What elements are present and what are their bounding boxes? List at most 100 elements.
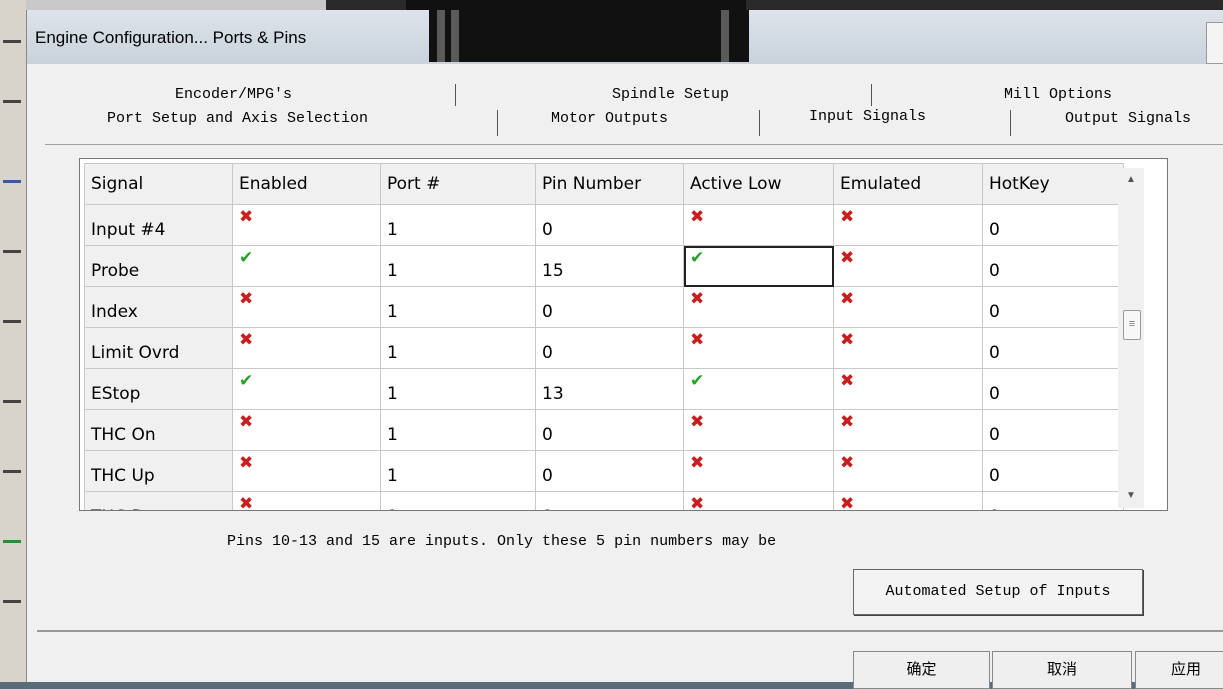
cell-enabled[interactable]: ✖ bbox=[232, 286, 381, 328]
input-signals-grid[interactable]: Signal Enabled Port # Pin Number Active … bbox=[79, 158, 1168, 511]
cancel-button[interactable]: 取消 bbox=[992, 651, 1132, 689]
info-text: Pins 10-13 and 15 are inputs. Only these… bbox=[227, 533, 777, 550]
cell-emulated[interactable]: ✖ bbox=[833, 204, 983, 246]
cell-active-low[interactable]: ✖ bbox=[683, 409, 834, 451]
signal-name: Limit Ovrd bbox=[91, 343, 180, 363]
col-header-enabled[interactable]: Enabled bbox=[232, 163, 381, 205]
cell-port[interactable]: 1 bbox=[380, 327, 536, 369]
cell-emulated[interactable]: ✖ bbox=[833, 286, 983, 328]
title-bar-control[interactable] bbox=[1206, 22, 1223, 64]
row-header-signal[interactable]: THC Down bbox=[84, 491, 233, 510]
tab-mill-options[interactable]: Mill Options bbox=[1004, 86, 1112, 103]
cell-enabled[interactable]: ✖ bbox=[232, 204, 381, 246]
cell-active-low[interactable]: ✖ bbox=[683, 491, 834, 511]
cell-enabled[interactable]: ✖ bbox=[232, 327, 381, 369]
red-x-icon: ✖ bbox=[239, 494, 254, 511]
cell-enabled[interactable]: ✖ bbox=[232, 450, 381, 492]
cell-hotkey[interactable]: 0 bbox=[982, 409, 1124, 451]
cell-active-low[interactable]: ✖ bbox=[683, 204, 834, 246]
cell-hotkey[interactable]: 0 bbox=[982, 450, 1124, 492]
row-header-signal[interactable]: Index bbox=[84, 286, 233, 328]
table-row[interactable]: Input #4 ✖ 1 0 ✖ ✖ 0 bbox=[84, 204, 1124, 246]
col-header-emulated[interactable]: Emulated bbox=[833, 163, 983, 205]
cell-emulated[interactable]: ✖ bbox=[833, 491, 983, 510]
cell-emulated[interactable]: ✖ bbox=[833, 245, 983, 287]
cell-emulated[interactable]: ✖ bbox=[833, 450, 983, 492]
cell-hotkey[interactable]: 0 bbox=[982, 245, 1124, 287]
cell-enabled[interactable]: ✔ bbox=[232, 368, 381, 410]
cell-active-low[interactable]: ✔ bbox=[683, 368, 834, 410]
tab-output-signals[interactable]: Output Signals bbox=[1065, 110, 1191, 127]
tab-motor-outputs[interactable]: Motor Outputs bbox=[551, 110, 668, 127]
table-row[interactable]: EStop ✔ 1 13 ✔ ✖ 0 bbox=[84, 368, 1124, 410]
red-x-icon: ✖ bbox=[690, 207, 705, 227]
col-header-hotkey[interactable]: HotKey bbox=[982, 163, 1124, 205]
cell-port[interactable]: 1 bbox=[380, 204, 536, 246]
cell-hotkey[interactable]: 0 bbox=[982, 368, 1124, 410]
cell-port[interactable]: 1 bbox=[380, 409, 536, 451]
tab-encoder-mpg[interactable]: Encoder/MPG's bbox=[175, 86, 292, 103]
tab-input-signals[interactable]: Input Signals bbox=[809, 108, 926, 125]
table-row[interactable]: Probe ✔ 1 15 ✔ ✖ 0 bbox=[84, 245, 1124, 287]
cell-port[interactable]: 1 bbox=[380, 491, 536, 510]
scroll-thumb[interactable]: ≡ bbox=[1123, 310, 1141, 340]
row-header-signal[interactable]: Probe bbox=[84, 245, 233, 287]
cell-emulated[interactable]: ✖ bbox=[833, 409, 983, 451]
cell-pin[interactable]: 0 bbox=[535, 286, 684, 328]
tab-port-setup[interactable]: Port Setup and Axis Selection bbox=[107, 110, 368, 127]
cell-pin[interactable]: 15 bbox=[535, 245, 684, 287]
col-header-signal[interactable]: Signal bbox=[84, 163, 233, 205]
cell-value: 0 bbox=[542, 425, 553, 445]
apply-button[interactable]: 应用 bbox=[1135, 651, 1223, 689]
cell-pin[interactable]: 0 bbox=[535, 491, 684, 510]
tab-spindle-setup[interactable]: Spindle Setup bbox=[612, 86, 729, 103]
automated-setup-button[interactable]: Automated Setup of Inputs bbox=[853, 569, 1143, 615]
cell-value: 0 bbox=[542, 343, 553, 363]
row-header-signal[interactable]: THC On bbox=[84, 409, 233, 451]
scroll-down-arrow-icon[interactable]: ▼ bbox=[1118, 484, 1144, 508]
cell-port[interactable]: 1 bbox=[380, 286, 536, 328]
col-header-pin-number[interactable]: Pin Number bbox=[535, 163, 684, 205]
red-x-icon: ✖ bbox=[690, 453, 705, 473]
cell-pin[interactable]: 0 bbox=[535, 204, 684, 246]
table-row[interactable]: THC On ✖ 1 0 ✖ ✖ 0 bbox=[84, 409, 1124, 451]
row-header-signal[interactable]: THC Up bbox=[84, 450, 233, 492]
scroll-up-arrow-icon[interactable]: ▲ bbox=[1118, 168, 1144, 192]
cell-hotkey[interactable]: 0 bbox=[982, 327, 1124, 369]
cell-pin[interactable]: 0 bbox=[535, 327, 684, 369]
ok-button[interactable]: 确定 bbox=[853, 651, 990, 689]
cell-enabled[interactable]: ✔ bbox=[232, 245, 381, 287]
cell-active-low[interactable]: ✔ bbox=[683, 245, 834, 287]
row-header-signal[interactable]: EStop bbox=[84, 368, 233, 410]
cell-active-low[interactable]: ✖ bbox=[683, 327, 834, 369]
table-row[interactable]: Limit Ovrd ✖ 1 0 ✖ ✖ 0 bbox=[84, 327, 1124, 369]
signal-name: THC On bbox=[91, 425, 156, 445]
red-x-icon: ✖ bbox=[840, 412, 855, 432]
cell-pin[interactable]: 0 bbox=[535, 450, 684, 492]
cell-enabled[interactable]: ✖ bbox=[232, 409, 381, 451]
cell-hotkey[interactable]: 0 bbox=[982, 286, 1124, 328]
cell-pin[interactable]: 13 bbox=[535, 368, 684, 410]
row-header-signal[interactable]: Input #4 bbox=[84, 204, 233, 246]
cell-active-low[interactable]: ✖ bbox=[683, 450, 834, 492]
cell-hotkey[interactable]: 0 bbox=[982, 491, 1124, 510]
table-row[interactable]: THC Up ✖ 1 0 ✖ ✖ 0 bbox=[84, 450, 1124, 492]
cell-emulated[interactable]: ✖ bbox=[833, 327, 983, 369]
cell-port[interactable]: 1 bbox=[380, 245, 536, 287]
title-bar[interactable]: Engine Configuration... Ports & Pins bbox=[27, 10, 1223, 64]
table-row[interactable]: THC Down ✖ 1 0 ✖ ✖ 0 bbox=[84, 491, 1124, 511]
red-x-icon: ✖ bbox=[690, 494, 705, 511]
cell-active-low[interactable]: ✖ bbox=[683, 286, 834, 328]
cell-port[interactable]: 1 bbox=[380, 450, 536, 492]
cell-hotkey[interactable]: 0 bbox=[982, 204, 1124, 246]
row-header-signal[interactable]: Limit Ovrd bbox=[84, 327, 233, 369]
table-row[interactable]: Index ✖ 1 0 ✖ ✖ 0 bbox=[84, 286, 1124, 328]
cell-pin[interactable]: 0 bbox=[535, 409, 684, 451]
col-header-port[interactable]: Port # bbox=[380, 163, 536, 205]
tab-divider bbox=[497, 110, 498, 136]
grid-vertical-scrollbar[interactable]: ▲ ≡ ▼ bbox=[1118, 168, 1144, 508]
cell-port[interactable]: 1 bbox=[380, 368, 536, 410]
col-header-active-low[interactable]: Active Low bbox=[683, 163, 834, 205]
cell-enabled[interactable]: ✖ bbox=[232, 491, 381, 511]
cell-emulated[interactable]: ✖ bbox=[833, 368, 983, 410]
